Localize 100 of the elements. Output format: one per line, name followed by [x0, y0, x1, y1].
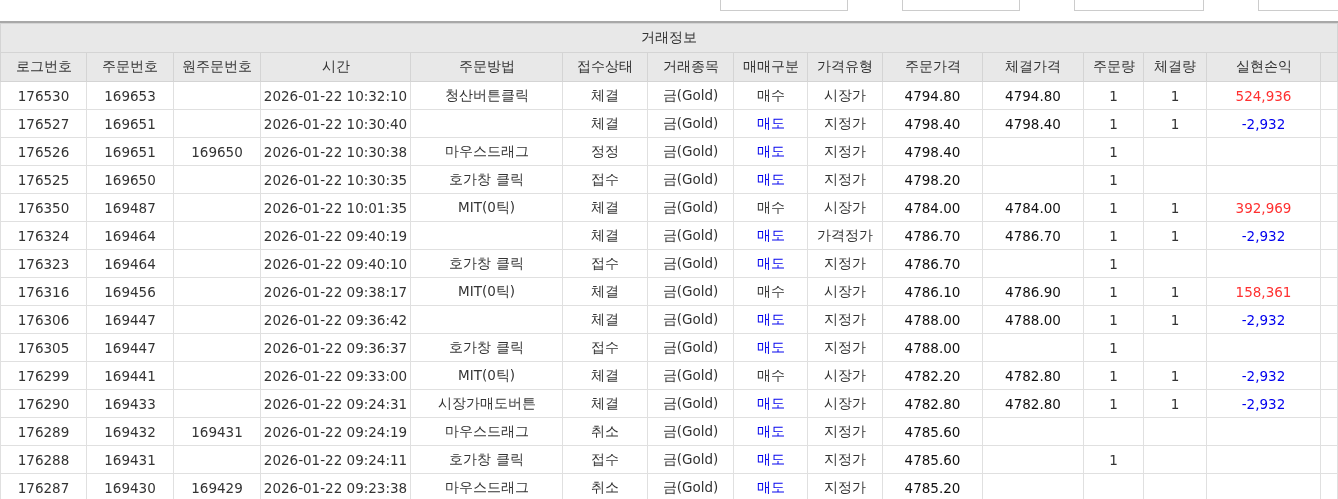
table-cell: 4782.80: [982, 361, 1084, 390]
table-cell: 매도: [733, 249, 808, 278]
table-cell: 1: [1143, 389, 1207, 418]
table-cell: 1: [1083, 305, 1144, 334]
table-cell: 1: [1143, 305, 1207, 334]
table-cell: 호가창 클릭: [410, 249, 563, 278]
table-cell: 2026-01-22 10:32:10: [260, 81, 411, 110]
table-cell: 1: [1143, 193, 1207, 222]
table-cell: 1: [1083, 165, 1144, 194]
table-cell: 176525: [0, 165, 87, 194]
table-cell: 524,936: [1206, 81, 1321, 110]
table-cell: 176316: [0, 277, 87, 306]
table-cell: 176527: [0, 109, 87, 138]
column-header[interactable]: 주문번호: [86, 52, 174, 82]
column-header[interactable]: 매매구분: [733, 52, 808, 82]
table-cell: 금(Gold): [647, 165, 734, 194]
table-cell: 매수: [733, 81, 808, 110]
table-cell: -2,932: [1206, 361, 1321, 390]
table-cell: 2026-01-22 09:36:42: [260, 305, 411, 334]
table-cell: 매도: [733, 417, 808, 446]
table-cell: 접수: [562, 333, 648, 362]
table-cell: 호가창 클릭: [410, 445, 563, 474]
table-cell: 접수: [562, 249, 648, 278]
table-cell: 마우스드래그: [410, 417, 563, 446]
table-cell: 169464: [86, 249, 174, 278]
table-cell: -2,932: [1206, 221, 1321, 250]
table-cell: 4794.80: [982, 81, 1084, 110]
table-cell: 접수: [562, 445, 648, 474]
table-cell: 1: [1143, 221, 1207, 250]
table-cell: 176324: [0, 221, 87, 250]
table-cell: MIT(0틱): [410, 193, 563, 222]
table-cell: 2026-01-22 09:33:00: [260, 361, 411, 390]
column-header[interactable]: 접수상태: [562, 52, 648, 82]
table-cell: MIT(0틱): [410, 361, 563, 390]
table-cell: 체결: [562, 109, 648, 138]
table-cell: 지정가: [807, 445, 883, 474]
table-cell: 1: [1083, 137, 1144, 166]
table-cell: 2026-01-22 10:30:40: [260, 109, 411, 138]
group-header: 거래정보: [0, 23, 1338, 53]
table-cell: 금(Gold): [647, 389, 734, 418]
table-cell: 2026-01-22 09:38:17: [260, 277, 411, 306]
table-cell: 매도: [733, 165, 808, 194]
table-cell: 지정가: [807, 109, 883, 138]
table-cell: 마우스드래그: [410, 137, 563, 166]
table-cell: 169447: [86, 333, 174, 362]
table-cell: 2026-01-22 09:36:37: [260, 333, 411, 362]
table-cell: 시장가: [807, 389, 883, 418]
table-cell: 금(Gold): [647, 137, 734, 166]
column-header[interactable]: 체결량: [1143, 52, 1207, 82]
table-cell: 4798.40: [882, 137, 983, 166]
table-cell: 4786.90: [982, 277, 1084, 306]
table-cell: 시장가매도버튼: [410, 389, 563, 418]
table-cell: 4786.70: [882, 221, 983, 250]
table-cell: 392,969: [1206, 193, 1321, 222]
column-header[interactable]: 실현손익: [1206, 52, 1321, 82]
table-cell: 1: [1083, 193, 1144, 222]
table-cell: 2026-01-22 10:01:35: [260, 193, 411, 222]
column-header[interactable]: 주문량: [1083, 52, 1144, 82]
column-header[interactable]: 로그번호: [0, 52, 87, 82]
table-cell: 정정: [562, 137, 648, 166]
table-cell: 매수: [733, 193, 808, 222]
table-cell: 지정가: [807, 417, 883, 446]
table-cell: 1: [1083, 249, 1144, 278]
column-header[interactable]: 체결가격: [982, 52, 1084, 82]
table-cell: 체결: [562, 389, 648, 418]
table-cell: 169447: [86, 305, 174, 334]
column-header[interactable]: 원주문번호: [173, 52, 261, 82]
table-cell: 금(Gold): [647, 221, 734, 250]
table-cell: 176306: [0, 305, 87, 334]
table-cell: 169650: [173, 137, 261, 166]
table-cell: 4786.70: [982, 221, 1084, 250]
table-cell: 1: [1083, 445, 1144, 474]
table-cell: 4798.40: [882, 109, 983, 138]
table-cell: 4785.60: [882, 445, 983, 474]
table-cell: 매도: [733, 389, 808, 418]
table-cell: 호가창 클릭: [410, 165, 563, 194]
column-header[interactable]: 거래종목: [647, 52, 734, 82]
column-header[interactable]: 주문방법: [410, 52, 563, 82]
table-cell: 169650: [86, 165, 174, 194]
column-header[interactable]: 주문가격: [882, 52, 983, 82]
table-cell: MIT(0틱): [410, 277, 563, 306]
table-cell: 1: [1143, 81, 1207, 110]
table-cell: 금(Gold): [647, 249, 734, 278]
table-cell: 1: [1083, 221, 1144, 250]
column-header[interactable]: 시간: [260, 52, 411, 82]
table-cell: 2026-01-22 09:24:19: [260, 417, 411, 446]
table-cell: 176288: [0, 445, 87, 474]
table-cell: 1: [1143, 277, 1207, 306]
table-cell: 169653: [86, 81, 174, 110]
column-header[interactable]: 가격유형: [807, 52, 883, 82]
table-cell: 매도: [733, 221, 808, 250]
table-cell: 169441: [86, 361, 174, 390]
table-cell: 4788.00: [982, 305, 1084, 334]
table-cell: 지정가: [807, 305, 883, 334]
table-cell: 지정가: [807, 165, 883, 194]
table-cell: 169651: [86, 109, 174, 138]
table-cell: 매도: [733, 305, 808, 334]
table-cell: 체결: [562, 81, 648, 110]
table-cell: 1: [1083, 361, 1144, 390]
table-cell: 1: [1083, 389, 1144, 418]
